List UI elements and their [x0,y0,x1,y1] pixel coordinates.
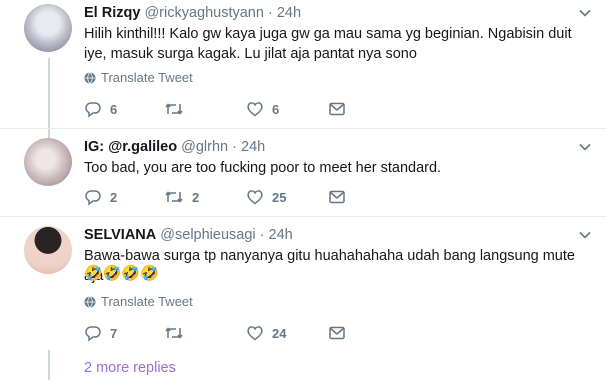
divider [0,128,606,129]
retweet-icon [165,103,183,115]
reply-count: 2 [110,189,118,205]
tweet-actions: 6 6 [84,100,564,120]
reply-count: 7 [110,325,118,341]
tweet-header: IG: @r.galileo @glrhn · 24h [84,138,265,156]
reply-count: 6 [110,101,118,117]
timestamp[interactable]: 24h [269,227,293,243]
retweet-button[interactable]: 2 [164,188,199,206]
timestamp[interactable]: 24h [277,5,301,21]
direct-message-button[interactable] [328,100,346,118]
retweet-count: 2 [192,189,200,205]
tweet-actions: 2 2 25 [84,188,564,208]
tweet-actions: 7 24 [84,324,564,344]
retweet-icon [165,191,183,203]
reply-icon [85,102,101,118]
retweet-icon [165,327,183,339]
tweet-header: El Rizqy @rickyaghustyann · 24h [84,4,301,22]
avatar[interactable] [24,226,72,274]
reply-button[interactable]: 7 [84,324,117,342]
heart-icon [247,326,263,341]
chevron-down-icon[interactable] [578,6,592,20]
tweet-text: Hilih kinthil!!! Kalo gw kaya juga gw ga… [84,26,572,62]
chevron-down-icon[interactable] [578,140,592,154]
display-name[interactable]: IG: @r.galileo [84,139,177,155]
like-count: 24 [272,325,287,341]
heart-icon [247,190,263,205]
tweet[interactable]: El Rizqy @rickyaghustyann · 24h Hilih ki… [0,4,606,134]
chevron-down-icon[interactable] [578,228,592,242]
globe-icon [84,296,96,308]
heart-icon [247,102,263,117]
reply-button[interactable]: 6 [84,100,117,118]
display-name[interactable]: SELVIANA [84,227,156,243]
avatar[interactable] [24,138,72,186]
retweet-button[interactable] [164,324,192,342]
reply-icon [85,326,101,342]
like-button[interactable]: 25 [246,188,286,206]
handle[interactable]: @glrhn [181,139,228,155]
translate-link[interactable]: Translate Tweet [84,70,193,86]
direct-message-button[interactable] [328,188,346,206]
retweet-button[interactable] [164,100,192,118]
like-count: 6 [272,101,280,117]
separator: · [267,5,273,21]
tweet-text: Too bad, you are too fucking poor to mee… [84,160,442,176]
translate-label: Translate Tweet [101,70,193,85]
handle[interactable]: @selphieusagi [160,227,255,243]
envelope-icon [329,190,345,204]
avatar[interactable] [24,4,72,52]
display-name[interactable]: El Rizqy [84,5,140,21]
timestamp[interactable]: 24h [241,139,265,155]
translate-label: Translate Tweet [101,294,193,309]
like-button[interactable]: 6 [246,100,279,118]
handle[interactable]: @rickyaghustyann [144,5,264,21]
divider [0,216,606,217]
tweet-header: SELVIANA @selphieusagi · 24h [84,226,293,244]
separator: · [259,227,265,243]
more-replies-link[interactable]: 2 more replies [84,360,176,376]
separator: · [232,139,237,155]
direct-message-button[interactable] [328,324,346,342]
tweet[interactable]: SELVIANA @selphieusagi · 24h Bawa-bawa s… [0,226,606,352]
like-count: 25 [272,189,287,205]
envelope-icon [329,102,345,116]
tweet[interactable]: IG: @r.galileo @glrhn · 24h Too bad, you… [0,138,606,214]
translate-link[interactable]: Translate Tweet [84,294,193,310]
tweet-text: Bawa-bawa surga tp nanyanya gitu huahaha… [84,248,575,284]
like-button[interactable]: 24 [246,324,286,342]
envelope-icon [329,326,345,340]
emoji-line: 🤣🤣🤣🤣 [84,265,159,282]
reply-icon [85,190,101,206]
globe-icon [84,72,96,84]
thread-line [48,350,50,380]
reply-button[interactable]: 2 [84,188,117,206]
